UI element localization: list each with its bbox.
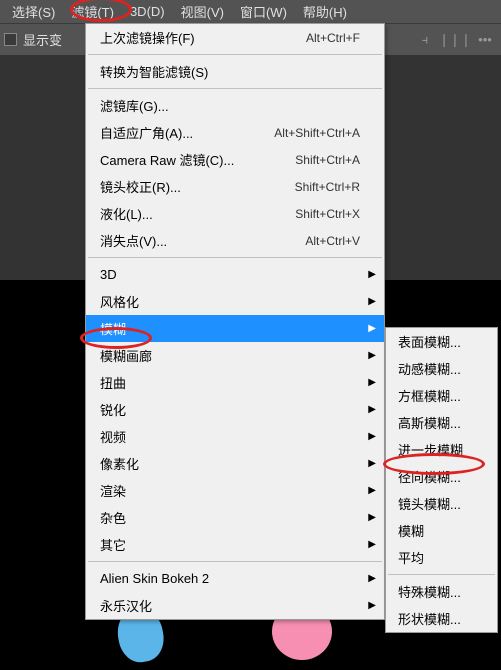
submenu-arrow-icon: ▶ [368,404,376,415]
menu-item[interactable]: 锐化 ▶ [86,396,384,423]
menu-item[interactable]: 自适应广角(A)...Alt+Shift+Ctrl+A [86,119,384,146]
menu-3d[interactable]: 3D(D) [122,2,173,21]
menu-item[interactable]: 风格化 ▶ [86,288,384,315]
menu-item[interactable]: 其它 ▶ [86,531,384,558]
menu-label: 永乐汉化 [100,596,360,615]
menu-label: Alien Skin Bokeh 2 [100,571,360,586]
menu-item[interactable]: 模糊 ▶ [86,315,384,342]
menu-shortcut: Shift+Ctrl+X [295,207,360,221]
menu-shortcut: Alt+Shift+Ctrl+A [274,126,360,140]
menu-shortcut: Alt+Ctrl+V [305,234,360,248]
submenu-arrow-icon: ▶ [368,485,376,496]
menu-label: 风格化 [100,292,360,311]
menu-label: 视频 [100,427,360,446]
submenu-arrow-icon: ▶ [368,539,376,550]
menu-label: 锐化 [100,400,360,419]
menu-separator [88,88,382,89]
toolbar-right: ⫞ ❘❘❘ ••• [417,32,501,48]
menu-filter[interactable]: 滤镜(T) [63,0,122,23]
submenu-arrow-icon: ▶ [368,350,376,361]
menu-help[interactable]: 帮助(H) [295,0,355,23]
menu-item[interactable]: 渲染 ▶ [86,477,384,504]
menu-label: 其它 [100,535,360,554]
menu-item[interactable]: 永乐汉化 ▶ [86,592,384,619]
menu-label: 镜头校正(R)... [100,177,295,196]
filter-menu: 上次滤镜操作(F) Alt+Ctrl+F 转换为智能滤镜(S) 滤镜库(G)..… [85,23,385,620]
menu-separator [88,561,382,562]
bars-icon[interactable]: ❘❘❘ [447,32,463,48]
menu-label: 渲染 [100,481,360,500]
submenu-arrow-icon: ▶ [368,323,376,334]
menu-item[interactable]: 液化(L)...Shift+Ctrl+X [86,200,384,227]
more-icon[interactable]: ••• [477,32,493,48]
menu-label: 3D [100,267,360,282]
menu-last-filter[interactable]: 上次滤镜操作(F) Alt+Ctrl+F [86,24,384,51]
show-transform-checkbox[interactable] [4,33,17,46]
checkbox-label: 显示变 [23,30,62,49]
submenu-arrow-icon: ▶ [368,377,376,388]
menu-item[interactable]: 镜头校正(R)...Shift+Ctrl+R [86,173,384,200]
submenu-item[interactable]: 进一步模糊 [386,436,497,463]
submenu-item[interactable]: 镜头模糊... [386,490,497,517]
menu-shortcut: Shift+Ctrl+A [295,153,360,167]
menu-label: 液化(L)... [100,204,295,223]
submenu-arrow-icon: ▶ [368,600,376,611]
menu-label: Camera Raw 滤镜(C)... [100,150,295,169]
submenu-arrow-icon: ▶ [368,296,376,307]
submenu-item[interactable]: 高斯模糊... [386,409,497,436]
menu-label: 滤镜库(G)... [100,96,360,115]
menu-convert-smart[interactable]: 转换为智能滤镜(S) [86,58,384,85]
menu-label: 转换为智能滤镜(S) [100,62,360,81]
menu-label: 杂色 [100,508,360,527]
submenu-arrow-icon: ▶ [368,573,376,584]
menu-item[interactable]: 3D ▶ [86,261,384,288]
menu-separator [88,54,382,55]
menu-separator [88,257,382,258]
menu-label: 消失点(V)... [100,231,305,250]
menu-select[interactable]: 选择(S) [4,0,63,23]
blur-submenu: 表面模糊...动感模糊...方框模糊...高斯模糊...进一步模糊径向模糊...… [385,327,498,633]
menu-view[interactable]: 视图(V) [173,0,232,23]
menu-label: 扭曲 [100,373,360,392]
submenu-item[interactable]: 动感模糊... [386,355,497,382]
menu-item[interactable]: 模糊画廊 ▶ [86,342,384,369]
submenu-item[interactable]: 形状模糊... [386,605,497,632]
menubar: 选择(S) 滤镜(T) 3D(D) 视图(V) 窗口(W) 帮助(H) [0,0,501,23]
menu-label: 上次滤镜操作(F) [100,28,306,47]
submenu-item[interactable]: 模糊 [386,517,497,544]
menu-item[interactable]: 像素化 ▶ [86,450,384,477]
menu-item[interactable]: 消失点(V)...Alt+Ctrl+V [86,227,384,254]
menu-item[interactable]: 扭曲 ▶ [86,369,384,396]
menu-label: 像素化 [100,454,360,473]
submenu-arrow-icon: ▶ [368,512,376,523]
submenu-arrow-icon: ▶ [368,269,376,280]
menu-item[interactable]: Alien Skin Bokeh 2 ▶ [86,565,384,592]
submenu-item[interactable]: 平均 [386,544,497,571]
submenu-item[interactable]: 方框模糊... [386,382,497,409]
submenu-arrow-icon: ▶ [368,431,376,442]
align-icon[interactable]: ⫞ [417,32,433,48]
menu-item[interactable]: 滤镜库(G)... [86,92,384,119]
submenu-item[interactable]: 特殊模糊... [386,578,497,605]
menu-shortcut: Shift+Ctrl+R [295,180,360,194]
submenu-item[interactable]: 径向模糊... [386,463,497,490]
menu-shortcut: Alt+Ctrl+F [306,31,360,45]
menu-item[interactable]: 杂色 ▶ [86,504,384,531]
submenu-arrow-icon: ▶ [368,458,376,469]
menu-separator [388,574,495,575]
menu-label: 模糊画廊 [100,346,360,365]
menu-item[interactable]: Camera Raw 滤镜(C)...Shift+Ctrl+A [86,146,384,173]
menu-item[interactable]: 视频 ▶ [86,423,384,450]
menu-window[interactable]: 窗口(W) [232,0,295,23]
menu-label: 自适应广角(A)... [100,123,274,142]
menu-label: 模糊 [100,319,360,338]
submenu-item[interactable]: 表面模糊... [386,328,497,355]
